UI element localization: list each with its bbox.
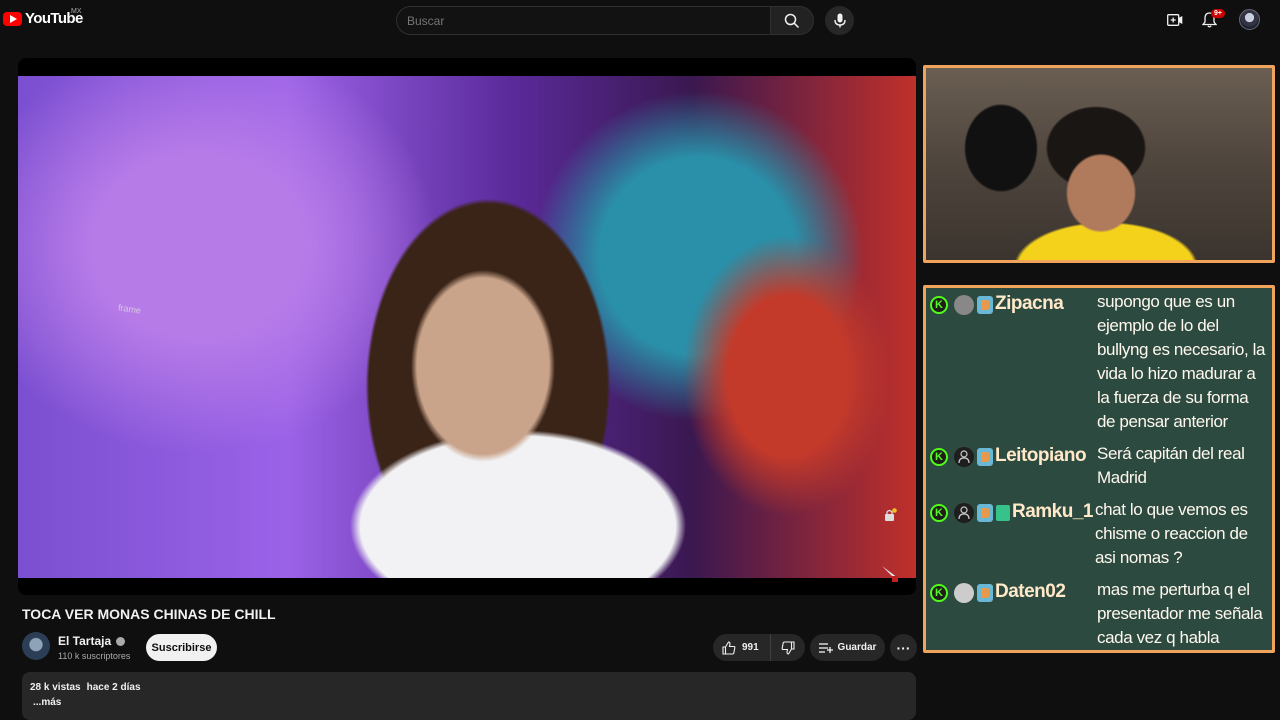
chat-message: K Zipacna supongo que es un ejemplo de l… <box>930 290 1268 434</box>
chat-username: Zipacna <box>995 293 1064 314</box>
like-icon <box>722 640 736 655</box>
user-avatar <box>954 447 974 467</box>
mic-icon <box>833 13 846 28</box>
chat-text: supongo que es un ejemplo de lo del bull… <box>1097 292 1266 431</box>
kick-badge-icon: K <box>930 296 948 314</box>
video-overlay-text: frame <box>117 302 142 316</box>
create-button[interactable] <box>1165 10 1185 30</box>
save-label: Guardar <box>837 642 877 653</box>
chat-username: Ramku_1 <box>1012 501 1094 522</box>
upload-date: hace 2 días <box>86 682 141 693</box>
dislike-button[interactable] <box>771 634 805 661</box>
top-bar: YouTube MX 9+ <box>0 0 1280 40</box>
subscriber-badge-icon <box>977 296 993 314</box>
chat-message: K Ramku_1 chat lo que vemos es chisme o … <box>930 498 1268 570</box>
channel-name-row[interactable]: El Tartaja <box>58 634 126 648</box>
account-avatar[interactable] <box>1239 9 1260 30</box>
create-icon <box>1167 14 1183 26</box>
description-meta: 28 k vistas hace 2 días <box>30 682 908 693</box>
country-code: MX <box>71 8 82 15</box>
chat-overlay: K Zipacna supongo que es un ejemplo de l… <box>923 285 1275 653</box>
chat-text: Será capitán del real Madrid <box>1097 444 1245 487</box>
subscribe-button[interactable]: Suscribirse <box>146 634 217 661</box>
user-avatar <box>954 295 974 315</box>
show-more-link[interactable]: ...más <box>30 697 908 708</box>
chat-username: Leitopiano <box>995 445 1087 466</box>
video-title: TOCA VER MONAS CHINAS DE CHILL <box>22 606 276 622</box>
lock-icon <box>885 508 897 521</box>
notification-count-badge: 9+ <box>1211 9 1225 18</box>
verified-icon <box>116 636 126 646</box>
search-input[interactable] <box>396 6 770 35</box>
chat-message: K Leitopiano Será capitán del real Madri… <box>930 442 1268 490</box>
user-avatar <box>954 503 974 523</box>
webcam-overlay <box>923 65 1275 263</box>
subscriber-count: 110 k suscriptores <box>58 651 131 661</box>
like-count: 991 <box>742 642 759 653</box>
chat-username: Daten02 <box>995 581 1066 602</box>
search-button[interactable] <box>770 6 814 35</box>
chat-text: mas me perturba q el presentador me seña… <box>1097 580 1263 647</box>
chat-text: chat lo que vemos es chisme o reaccion d… <box>1095 500 1248 567</box>
youtube-logo-icon <box>3 11 22 26</box>
more-actions-button[interactable]: ··· <box>890 634 917 661</box>
channel-avatar[interactable] <box>22 632 50 660</box>
subscriber-badge-icon <box>977 504 993 522</box>
save-button[interactable]: Guardar <box>810 634 885 661</box>
kick-badge-icon: K <box>930 448 948 466</box>
like-button[interactable]: 991 <box>713 634 771 661</box>
search-icon <box>784 13 800 28</box>
user-silhouette-icon <box>958 506 970 520</box>
chat-message: K Daten02 mas me perturba q el presentad… <box>930 578 1268 650</box>
kick-badge-icon: K <box>930 584 948 602</box>
subscriber-badge-icon <box>977 448 993 466</box>
save-icon <box>818 642 833 653</box>
like-dislike-group: 991 <box>713 634 805 661</box>
youtube-logo[interactable]: YouTube MX <box>3 8 83 27</box>
user-avatar <box>954 583 974 603</box>
kick-badge-icon: K <box>930 504 948 522</box>
knife-icon <box>882 566 898 582</box>
view-count: 28 k vistas <box>30 682 81 693</box>
description-box[interactable]: 28 k vistas hace 2 días ...más <box>22 672 916 720</box>
search-bar <box>396 6 814 35</box>
voice-search-button[interactable] <box>825 6 854 35</box>
user-silhouette-icon <box>958 450 970 464</box>
gift-badge-icon <box>996 505 1010 521</box>
video-content[interactable]: frame <box>18 76 916 582</box>
channel-name[interactable]: El Tartaja <box>58 634 111 648</box>
dislike-icon <box>781 640 795 655</box>
subscriber-badge-icon <box>977 584 993 602</box>
video-player[interactable]: frame <box>18 58 916 595</box>
